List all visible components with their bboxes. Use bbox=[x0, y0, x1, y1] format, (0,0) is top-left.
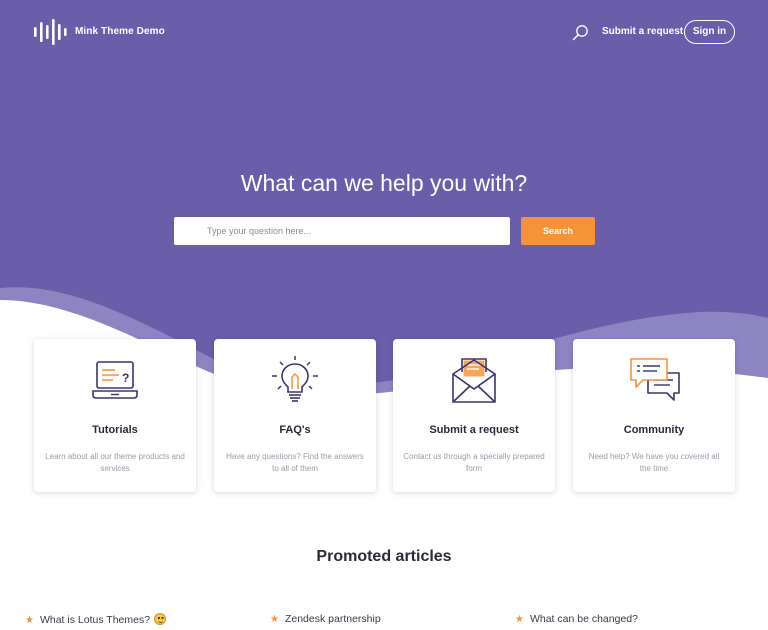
card-description: Need help? We have you covered all the t… bbox=[588, 452, 720, 473]
envelope-icon bbox=[452, 358, 496, 403]
top-header: Mink Theme Demo Submit a request Sign in bbox=[0, 0, 768, 64]
soundwave-logo-icon[interactable] bbox=[33, 19, 67, 45]
promoted-articles-heading: Promoted articles bbox=[316, 548, 452, 565]
card-title: Tutorials bbox=[92, 424, 138, 436]
hero-title: What can we help you with? bbox=[240, 170, 528, 196]
promoted-article-link[interactable]: ★ Zendesk partnership bbox=[270, 613, 381, 625]
search-button[interactable]: Search bbox=[521, 217, 595, 245]
card-description: Contact us through a specially prepared … bbox=[403, 452, 545, 473]
card-title: Community bbox=[623, 424, 685, 436]
category-card-faqs[interactable]: FAQ's Have any questions? Find the answe… bbox=[214, 339, 376, 492]
star-icon: ★ bbox=[25, 615, 34, 626]
card-description: Learn about all our theme products and s… bbox=[45, 452, 185, 473]
category-card-tutorials[interactable]: ? Tutorials Learn about all our theme pr… bbox=[34, 339, 196, 492]
search-icon[interactable] bbox=[572, 24, 589, 41]
sign-in-button[interactable]: Sign in bbox=[684, 20, 735, 44]
search-input[interactable] bbox=[174, 217, 510, 245]
chat-bubbles-icon bbox=[630, 358, 680, 401]
card-title: Submit a request bbox=[429, 424, 519, 436]
article-title: What is Lotus Themes? bbox=[39, 614, 151, 626]
star-icon: ★ bbox=[270, 614, 279, 625]
promoted-article-link[interactable]: ★ What is Lotus Themes? bbox=[25, 613, 167, 626]
article-title: Zendesk partnership bbox=[284, 613, 381, 625]
category-card-community[interactable]: Community Need help? We have you covered… bbox=[573, 339, 735, 492]
svg-text:?: ? bbox=[122, 371, 129, 385]
laptop-question-icon: ? bbox=[92, 361, 138, 399]
card-title: FAQ's bbox=[279, 424, 311, 436]
category-card-submit-request[interactable]: Submit a request Contact us through a sp… bbox=[393, 339, 555, 492]
lightbulb-icon bbox=[272, 356, 318, 402]
article-title: What can be changed? bbox=[529, 613, 638, 625]
brand-name[interactable]: Mink Theme Demo bbox=[75, 26, 165, 37]
submit-request-link[interactable]: Submit a request bbox=[602, 26, 683, 37]
card-description: Have any questions? Find the answers to … bbox=[226, 452, 364, 473]
promoted-article-link[interactable]: ★ What can be changed? bbox=[515, 613, 638, 625]
smiley-emoji-icon bbox=[154, 613, 167, 625]
star-icon: ★ bbox=[515, 614, 524, 625]
